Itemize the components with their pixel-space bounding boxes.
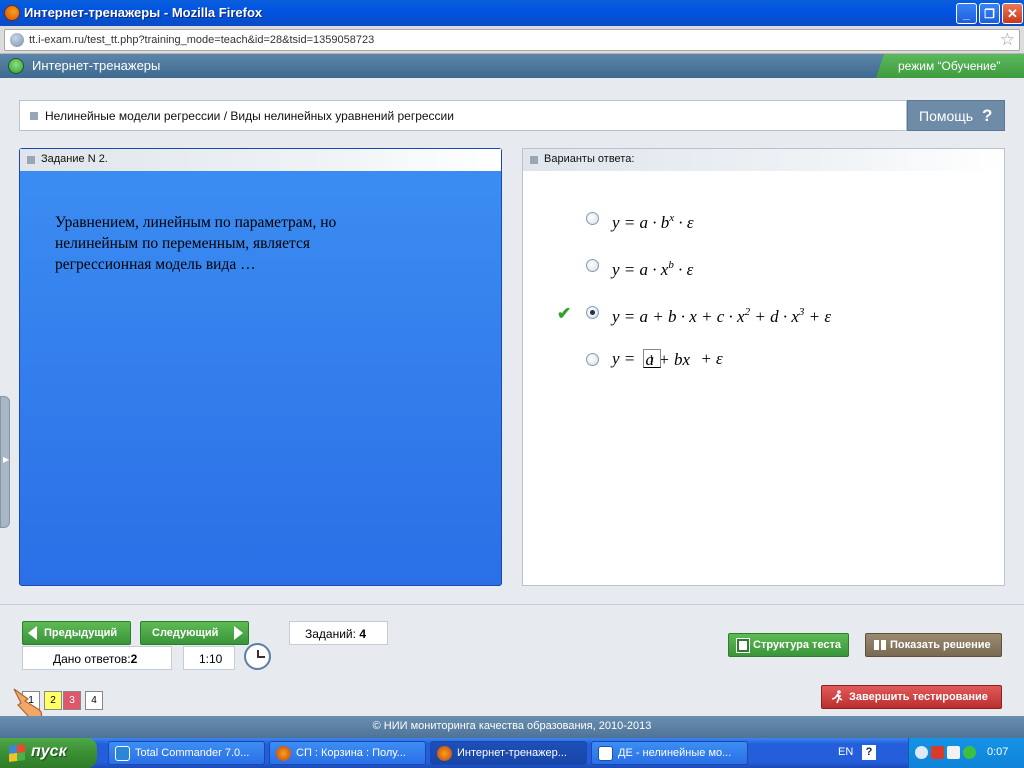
radio-dot (590, 310, 595, 315)
answered-count-box: Дано ответов:2 (22, 646, 172, 670)
finish-test-button[interactable]: Завершить тестирование (821, 685, 1002, 709)
safely-remove-icon[interactable] (947, 746, 960, 759)
tasks-count: 4 (359, 627, 366, 641)
taskbar-item-firefox-cart[interactable]: СП : Корзина : Полу... (269, 741, 426, 765)
window-titlebar: Интернет-тренажеры - Mozilla Firefox _ ❐… (0, 0, 1024, 26)
answer-radio[interactable] (586, 212, 599, 225)
wifi-icon[interactable] (963, 746, 976, 759)
answers-panel: Варианты ответа: y = a · bx · ε y = a · … (522, 148, 1005, 586)
breadcrumb-text: Нелинейные модели регрессии / Виды нелин… (45, 109, 454, 123)
maximize-button[interactable]: ❐ (979, 3, 1000, 24)
book-icon (874, 640, 886, 650)
taskbar-item-word-document[interactable]: ДЕ - нелинейные мо... (591, 741, 748, 765)
answer-option-2[interactable]: y = a · xb · ε (523, 246, 1004, 290)
start-button[interactable]: пуск (0, 738, 97, 768)
next-button[interactable]: Следующий (140, 621, 249, 645)
windows-taskbar: пуск Total Commander 7.0... СП : Корзина… (0, 738, 1024, 768)
previous-button[interactable]: Предыдущий (22, 621, 131, 645)
taskbar-help-icon[interactable]: ? (862, 745, 876, 760)
running-man-icon (831, 690, 843, 704)
help-label: Помощь (919, 108, 974, 124)
answered-label: Дано ответов: (53, 652, 131, 666)
tasks-label: Заданий: (305, 627, 356, 641)
word-document-icon (598, 746, 613, 761)
browser-toolbar: tt.i-exam.ru/test_tt.php?training_mode=t… (0, 26, 1024, 54)
copyright-footer: © НИИ мониторинга качества образования, … (0, 716, 1024, 738)
answers-title: Варианты ответа: (544, 153, 635, 165)
answer-option-3[interactable]: ✔ y = a + b · x + c · x2 + d · x3 + ε (523, 293, 1004, 337)
arrow-right-icon (234, 626, 243, 640)
app-name: Интернет-тренажеры (32, 58, 161, 73)
window-title: Интернет-тренажеры - Mozilla Firefox (24, 5, 263, 20)
answer-formula: y = a · bx · ε (612, 212, 694, 232)
task-page-4[interactable]: 4 (85, 691, 103, 710)
mode-badge: режим “Обучение” (876, 54, 1024, 78)
answers-panel-header: Варианты ответа: (523, 149, 1004, 171)
answer-radio-selected[interactable] (586, 306, 599, 319)
taskbar-item-total-commander[interactable]: Total Commander 7.0... (108, 741, 265, 765)
windows-logo-icon (9, 744, 25, 762)
answer-option-4[interactable]: y = 1a + bx + ε (523, 339, 1004, 409)
answer-formula: y = a · xb · ε (612, 259, 694, 279)
task-title: Задание N 2. (41, 153, 108, 165)
navigation-bar: Предыдущий Следующий Заданий: 4 Дано отв… (0, 604, 1024, 722)
address-text: tt.i-exam.ru/test_tt.php?training_mode=t… (29, 34, 375, 46)
arrow-left-icon (28, 626, 37, 640)
show-solution-button[interactable]: Показать решение (865, 633, 1002, 657)
task-page-3[interactable]: 3 (63, 691, 81, 710)
arrow-right-icon: ▶ (3, 455, 10, 464)
bullet-square-icon (30, 112, 38, 120)
language-indicator[interactable]: EN (838, 746, 853, 758)
answer-formula: y = a + b · x + c · x2 + d · x3 + ε (612, 306, 832, 326)
taskbar-item-firefox-trainer[interactable]: Интернет-тренажер... (430, 741, 587, 765)
breadcrumb: Нелинейные модели регрессии / Виды нелин… (19, 100, 907, 131)
test-structure-button[interactable]: Структура теста (728, 633, 849, 657)
taskbar-clock: 0:07 (987, 746, 1009, 758)
total-commander-icon (115, 746, 130, 761)
timer: 1:10 (183, 646, 235, 670)
firefox-icon (4, 5, 20, 21)
bookmark-star-icon[interactable]: ☆ (1000, 30, 1015, 50)
firefox-icon (437, 746, 452, 761)
bullet-square-icon (27, 156, 35, 164)
tasks-count-box: Заданий: 4 (289, 621, 388, 645)
firefox-icon (276, 746, 291, 761)
correct-check-icon: ✔ (557, 304, 572, 323)
answer-formula: y = 1a + bx + ε (612, 349, 723, 370)
app-logo-icon (8, 58, 24, 74)
main-area: Нелинейные модели регрессии / Виды нелин… (0, 78, 1024, 604)
tray-arrow-icon[interactable] (915, 746, 928, 759)
help-button[interactable]: Помощь ? (907, 100, 1005, 131)
system-tray: 0:07 (908, 738, 1024, 768)
side-panel-toggle[interactable]: ▶ (0, 396, 10, 528)
task-panel-header: Задание N 2. (20, 149, 501, 171)
app-header: Интернет-тренажеры режим “Обучение” (0, 54, 1024, 78)
bullet-square-icon (530, 156, 538, 164)
task-panel: Задание N 2. Уравнением, линейным по пар… (19, 148, 502, 586)
answered-count: 2 (130, 652, 138, 666)
answer-radio[interactable] (586, 353, 599, 366)
answer-option-1[interactable]: y = a · bx · ε (523, 199, 1004, 243)
address-bar[interactable]: tt.i-exam.ru/test_tt.php?training_mode=t… (4, 29, 1020, 51)
structure-icon (736, 638, 750, 653)
help-question-icon: ? (982, 106, 993, 125)
clock-icon (244, 643, 271, 670)
question-text: Уравнением, линейным по параметрам, но н… (55, 214, 337, 273)
site-globe-icon (10, 33, 24, 47)
answer-radio[interactable] (586, 259, 599, 272)
antivirus-icon[interactable] (931, 746, 944, 759)
close-button[interactable]: ✕ (1002, 3, 1023, 24)
minimize-button[interactable]: _ (956, 3, 977, 24)
